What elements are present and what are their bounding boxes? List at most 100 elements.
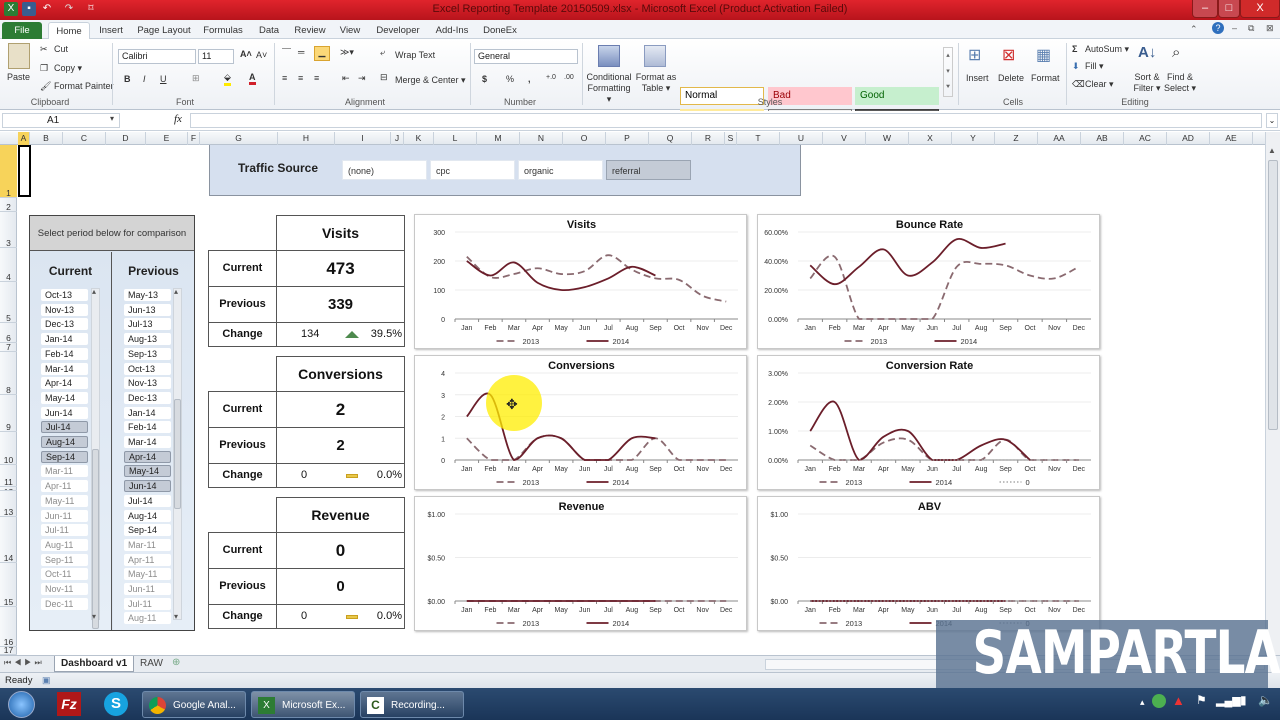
cell-style-good[interactable]: Good [855, 87, 939, 105]
scroll-up-icon[interactable]: ▲ [1268, 146, 1276, 155]
column-header-r[interactable]: R [692, 132, 725, 145]
align-middle-icon[interactable]: ═ [298, 47, 304, 57]
insert-cells-button[interactable]: Insert [966, 73, 989, 83]
fill-color-icon[interactable]: ⬙ [224, 72, 231, 86]
tab-view[interactable]: View [336, 22, 364, 39]
current-period-item[interactable]: Jun-11 [41, 509, 88, 522]
row-header-11[interactable]: 11 [0, 465, 17, 487]
percent-button[interactable]: % [506, 74, 514, 84]
align-left-icon[interactable]: ≡ [282, 73, 287, 83]
fill-button[interactable]: Fill ▾ [1085, 61, 1104, 72]
action-center-flag-icon[interactable]: ⚑ [1196, 693, 1207, 707]
previous-period-item[interactable]: Sep-14 [124, 524, 171, 537]
scroll-down-icon[interactable]: ▾ [92, 612, 96, 621]
previous-period-item[interactable]: May-13 [124, 289, 171, 301]
tab-page-layout[interactable]: Page Layout [134, 22, 194, 39]
series-line-2013[interactable] [809, 254, 1080, 320]
current-period-item[interactable]: Jul-14 [41, 421, 88, 434]
column-header-m[interactable]: M [477, 132, 520, 145]
taskbar-recording[interactable]: C Recording... [360, 691, 464, 718]
tab-formulas[interactable]: Formulas [200, 22, 246, 39]
tab-review[interactable]: Review [292, 22, 328, 39]
column-header-t[interactable]: T [737, 132, 780, 145]
column-header-ae[interactable]: AE [1210, 132, 1253, 145]
increase-decimal-icon[interactable]: +.0 [546, 74, 556, 81]
column-header-o[interactable]: O [563, 132, 606, 145]
decrease-indent-icon[interactable]: ⇤ [342, 73, 350, 84]
scroll-up-icon[interactable]: ▴ [174, 287, 178, 296]
wrap-text-button[interactable]: Wrap Text [395, 50, 435, 60]
current-period-item[interactable]: Sep-11 [41, 553, 88, 566]
tab-insert[interactable]: Insert [94, 22, 128, 39]
ribbon-minimize-icon[interactable]: ⌃ [1190, 24, 1198, 35]
current-period-item[interactable]: Nov-13 [41, 303, 88, 316]
find-select-button[interactable]: Find & Select ▾ [1162, 72, 1198, 94]
previous-period-item[interactable]: Nov-13 [124, 377, 171, 390]
chart-abv[interactable]: ABV $0.00 $0.50 $1.00 Jan Feb Mar Apr May Jun Jul A… [757, 496, 1100, 631]
previous-period-item[interactable]: Sep-13 [124, 347, 171, 360]
skype-icon[interactable]: S [104, 692, 128, 716]
orientation-icon[interactable]: ≫▾ [340, 47, 354, 58]
sheet-nav-arrows[interactable]: ⏮◀▶⏭ [4, 658, 45, 668]
column-header-a[interactable]: A [18, 132, 30, 145]
column-header-w[interactable]: W [866, 132, 909, 145]
previous-period-item[interactable]: Apr-11 [124, 553, 171, 566]
previous-period-item[interactable]: Jun-13 [124, 303, 171, 316]
expand-formula-bar-icon[interactable]: ⌄ [1266, 113, 1278, 128]
traffic-source-cpc[interactable]: cpc [430, 160, 515, 180]
decrease-decimal-icon[interactable]: .00 [564, 74, 574, 81]
font-name-select[interactable]: Calibri [118, 49, 196, 64]
column-header-z[interactable]: Z [995, 132, 1038, 145]
close-button[interactable]: X [1240, 0, 1280, 18]
number-format-select[interactable]: General [474, 49, 578, 64]
row-header-4[interactable]: 4 [0, 248, 17, 282]
name-box[interactable]: A1 [2, 113, 120, 128]
column-header-i[interactable]: I [335, 132, 391, 145]
conditional-formatting-button[interactable]: Conditional Formatting ▾ [584, 72, 634, 105]
series-line-2013[interactable] [466, 254, 727, 303]
start-button[interactable] [8, 691, 35, 718]
row-header-2[interactable]: 2 [0, 198, 17, 212]
previous-period-item[interactable]: May-14 [124, 465, 171, 478]
sheet-tab-raw[interactable]: RAW [136, 656, 167, 672]
italic-button[interactable]: I [143, 74, 146, 84]
insert-sheet-icon[interactable]: ⊕ [172, 657, 180, 668]
column-header-d[interactable]: D [106, 132, 146, 145]
column-header-p[interactable]: P [606, 132, 649, 145]
column-header-s[interactable]: S [725, 132, 737, 145]
current-period-item[interactable]: Jun-14 [41, 406, 88, 419]
column-header-e[interactable]: E [146, 132, 188, 145]
cut-button[interactable]: Cut [54, 44, 68, 54]
clear-button[interactable]: Clear ▾ [1085, 79, 1114, 90]
column-header-v[interactable]: V [823, 132, 866, 145]
row-header-15[interactable]: 15 [0, 563, 17, 607]
align-center-icon[interactable]: ≡ [298, 73, 303, 83]
current-period-item[interactable]: Nov-11 [41, 583, 88, 595]
previous-period-item[interactable]: Jan-14 [124, 406, 171, 419]
workbook-minimize-icon[interactable]: – [1232, 23, 1237, 33]
previous-period-scroll-thumb[interactable] [174, 399, 181, 509]
shrink-font-icon[interactable]: A˅ [256, 50, 267, 60]
tab-data[interactable]: Data [254, 22, 284, 39]
current-period-scroll-thumb[interactable] [92, 449, 99, 629]
format-cells-button[interactable]: Format [1031, 73, 1060, 83]
current-period-item[interactable]: Oct-11 [41, 568, 88, 581]
previous-period-item[interactable]: Jul-14 [124, 494, 171, 507]
traffic-source-referral[interactable]: referral [606, 160, 691, 180]
series-line-2014[interactable] [466, 260, 656, 292]
filezilla-icon[interactable]: Fz [57, 692, 81, 716]
column-header-y[interactable]: Y [952, 132, 995, 145]
row-header-16[interactable]: 16 [0, 607, 17, 647]
tab-developer[interactable]: Developer [372, 22, 424, 39]
volume-icon[interactable]: 🔈 [1258, 693, 1273, 707]
vertical-scroll-thumb[interactable] [1268, 160, 1278, 430]
row-header-6[interactable]: 6 [0, 323, 17, 343]
row-header-1[interactable]: 1 [0, 145, 17, 198]
chart-bounce-rate[interactable]: Bounce Rate 0.00% 20.00% 40.00% 60.00% Jan Feb… [757, 214, 1100, 349]
previous-period-scrollbar[interactable]: ▴ ▾ [173, 287, 182, 621]
column-header-aa[interactable]: AA [1038, 132, 1081, 145]
current-period-item[interactable]: Feb-14 [41, 347, 88, 360]
autosum-button[interactable]: AutoSum ▾ [1085, 44, 1129, 55]
tab-file[interactable]: File [2, 22, 42, 39]
delete-cells-button[interactable]: Delete [998, 73, 1024, 83]
